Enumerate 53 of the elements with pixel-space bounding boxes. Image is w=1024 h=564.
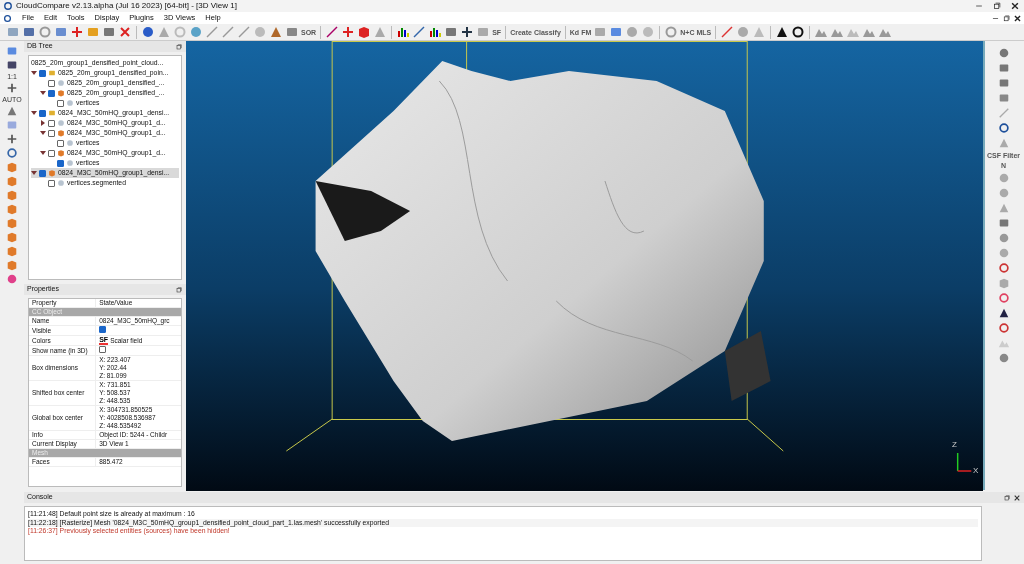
checkbox[interactable] <box>57 99 64 107</box>
disc-icon[interactable] <box>189 25 203 39</box>
checkbox[interactable] <box>48 79 55 87</box>
checkbox[interactable] <box>39 109 46 117</box>
cube-icon[interactable] <box>6 189 18 201</box>
window-title: CloudCompare v2.13.alpha (Jul 16 2023) [64-bit] - [3D View 1] <box>16 0 237 12</box>
axis-label: X <box>973 467 979 475</box>
checkbox[interactable] <box>39 69 46 77</box>
checkbox[interactable] <box>57 159 64 167</box>
float-icon[interactable] <box>1003 493 1011 502</box>
cube-icon[interactable] <box>6 245 18 257</box>
expand-arrow-icon[interactable] <box>40 120 46 126</box>
close-icon[interactable] <box>1013 493 1021 502</box>
float-icon[interactable] <box>175 42 183 51</box>
axis-indicator-drawing <box>956 452 973 472</box>
checkbox[interactable] <box>39 169 46 177</box>
restore-icon[interactable] <box>1002 13 1011 23</box>
cube-icon[interactable] <box>6 231 18 243</box>
checkbox[interactable] <box>48 149 55 157</box>
circle-icon[interactable] <box>997 232 1010 244</box>
checkbox[interactable] <box>48 129 55 137</box>
checkbox[interactable] <box>48 119 55 127</box>
close-icon[interactable] <box>1010 1 1020 11</box>
close-icon[interactable] <box>1013 13 1022 23</box>
collapse-arrow-icon[interactable] <box>31 70 37 76</box>
checkbox[interactable] <box>99 346 107 353</box>
bar-chart-icon[interactable] <box>396 25 411 39</box>
plus-icon[interactable] <box>460 25 475 39</box>
collapse-arrow-icon[interactable] <box>31 110 37 116</box>
collapse-arrow-icon[interactable] <box>40 150 46 156</box>
box-icon[interactable] <box>86 25 100 39</box>
cube-icon[interactable] <box>6 203 18 215</box>
checkbox[interactable] <box>48 179 55 187</box>
3d-view[interactable] <box>186 41 983 491</box>
cube-icon[interactable] <box>6 259 18 271</box>
sphere-icon[interactable] <box>625 25 640 39</box>
cube-icon[interactable] <box>6 161 18 173</box>
collapse-arrow-icon[interactable] <box>40 90 46 96</box>
delete-icon[interactable] <box>118 25 132 39</box>
cube-icon[interactable] <box>6 217 18 229</box>
plus-icon[interactable] <box>6 82 18 94</box>
float-icon[interactable] <box>175 285 183 294</box>
axis-label: Z <box>952 441 957 449</box>
cross-icon[interactable] <box>70 25 84 39</box>
cube-icon[interactable] <box>6 175 18 187</box>
checkbox[interactable] <box>99 326 107 333</box>
checkbox[interactable] <box>48 89 55 97</box>
ellipse-icon[interactable] <box>997 292 1010 304</box>
checkbox[interactable] <box>57 139 64 147</box>
collapse-arrow-icon[interactable] <box>40 130 46 136</box>
restore-icon[interactable] <box>992 1 1002 11</box>
plus-icon[interactable] <box>6 133 18 145</box>
collapse-arrow-icon[interactable] <box>31 170 37 176</box>
